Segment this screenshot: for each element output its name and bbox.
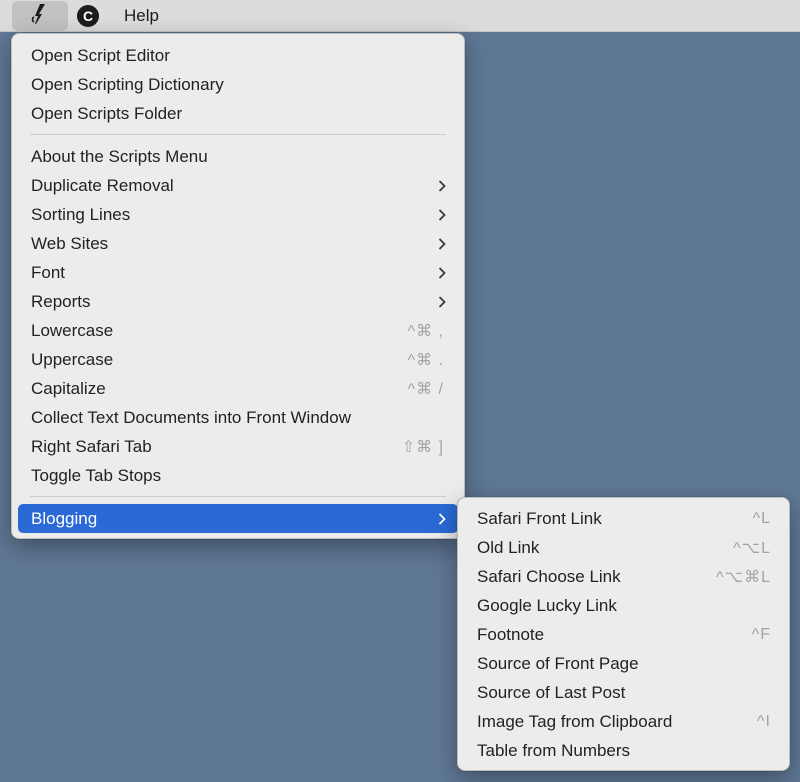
keyboard-shortcut: ^L [752, 509, 771, 527]
menu-item-label: Blogging [31, 508, 98, 528]
script-icon [30, 3, 50, 30]
menu-item-lowercase[interactable]: Lowercase ^⌘ , [18, 316, 458, 345]
menu-item-label: Uppercase [31, 349, 114, 369]
menu-item-label: Lowercase [31, 320, 114, 340]
submenu-item-google-lucky-link[interactable]: Google Lucky Link [464, 591, 783, 620]
submenu-item-old-link[interactable]: Old Link ^⌥L [464, 533, 783, 562]
chevron-right-icon [438, 229, 446, 258]
menu-item-open-script-editor[interactable]: Open Script Editor [18, 41, 458, 70]
menu-item-label: Toggle Tab Stops [31, 465, 162, 485]
menu-item-label: Open Scripting Dictionary [31, 74, 224, 94]
menu-item-label: Open Script Editor [31, 45, 170, 65]
menu-item-label: Google Lucky Link [477, 595, 617, 615]
menu-item-sorting-lines[interactable]: Sorting Lines [18, 200, 458, 229]
menu-item-open-scripting-dictionary[interactable]: Open Scripting Dictionary [18, 70, 458, 99]
menu-item-label: Reports [31, 291, 91, 311]
c-app-menu-extra[interactable]: C [72, 0, 104, 32]
menu-item-toggle-tab-stops[interactable]: Toggle Tab Stops [18, 461, 458, 490]
menu-item-label: Open Scripts Folder [31, 103, 183, 123]
menu-item-duplicate-removal[interactable]: Duplicate Removal [18, 171, 458, 200]
menu-item-right-safari-tab[interactable]: Right Safari Tab ⇧⌘ ] [18, 432, 458, 461]
submenu-item-image-tag-from-clipboard[interactable]: Image Tag from Clipboard ^I [464, 707, 783, 736]
menu-item-label: Footnote [477, 624, 545, 644]
keyboard-shortcut: ^⌥L [733, 539, 771, 557]
menu-item-about-scripts-menu[interactable]: About the Scripts Menu [18, 142, 458, 171]
menu-bar: C Help [0, 0, 800, 32]
menu-separator [30, 134, 446, 135]
menu-item-open-scripts-folder[interactable]: Open Scripts Folder [18, 99, 458, 128]
c-icon: C [77, 5, 99, 27]
submenu-item-table-from-numbers[interactable]: Table from Numbers [464, 736, 783, 765]
menu-item-label: Capitalize [31, 378, 106, 398]
menu-item-label: Safari Front Link [477, 508, 602, 528]
menu-item-label: Table from Numbers [477, 740, 631, 760]
menu-item-label: Right Safari Tab [31, 436, 152, 456]
chevron-right-icon [438, 200, 446, 229]
help-menu[interactable]: Help [114, 0, 169, 32]
menu-item-label: Collect Text Documents into Front Window [31, 407, 351, 427]
script-menu-extra[interactable] [12, 1, 68, 31]
submenu-item-safari-front-link[interactable]: Safari Front Link ^L [464, 504, 783, 533]
submenu-item-source-of-front-page[interactable]: Source of Front Page [464, 649, 783, 678]
menu-item-label: Image Tag from Clipboard [477, 711, 673, 731]
menu-item-label: Source of Last Post [477, 682, 626, 702]
menu-item-label: Web Sites [31, 233, 109, 253]
menu-item-collect-text-documents[interactable]: Collect Text Documents into Front Window [18, 403, 458, 432]
menu-item-label: Duplicate Removal [31, 175, 174, 195]
menu-item-web-sites[interactable]: Web Sites [18, 229, 458, 258]
keyboard-shortcut: ^⌥⌘L [716, 568, 771, 586]
menu-item-font[interactable]: Font [18, 258, 458, 287]
chevron-right-icon [438, 258, 446, 287]
keyboard-shortcut: ⇧⌘ ] [401, 438, 444, 456]
blogging-submenu: Safari Front Link ^L Old Link ^⌥L Safari… [457, 497, 790, 771]
menu-item-label: Sorting Lines [31, 204, 131, 224]
menu-item-label: About the Scripts Menu [31, 146, 208, 166]
chevron-right-icon [438, 171, 446, 200]
menu-item-label: Font [31, 262, 66, 282]
submenu-item-safari-choose-link[interactable]: Safari Choose Link ^⌥⌘L [464, 562, 783, 591]
keyboard-shortcut: ^⌘ / [407, 380, 444, 398]
submenu-item-source-of-last-post[interactable]: Source of Last Post [464, 678, 783, 707]
chevron-right-icon [438, 504, 446, 533]
scripts-menu: Open Script Editor Open Scripting Dictio… [11, 33, 465, 539]
chevron-right-icon [438, 287, 446, 316]
menu-item-label: Source of Front Page [477, 653, 639, 673]
menu-item-capitalize[interactable]: Capitalize ^⌘ / [18, 374, 458, 403]
submenu-item-footnote[interactable]: Footnote ^F [464, 620, 783, 649]
keyboard-shortcut: ^⌘ . [407, 351, 444, 369]
keyboard-shortcut: ^I [757, 712, 771, 730]
keyboard-shortcut: ^F [751, 625, 771, 643]
menu-separator [30, 496, 446, 497]
menu-item-blogging[interactable]: Blogging [18, 504, 458, 533]
menu-item-reports[interactable]: Reports [18, 287, 458, 316]
keyboard-shortcut: ^⌘ , [407, 322, 444, 340]
menu-item-uppercase[interactable]: Uppercase ^⌘ . [18, 345, 458, 374]
